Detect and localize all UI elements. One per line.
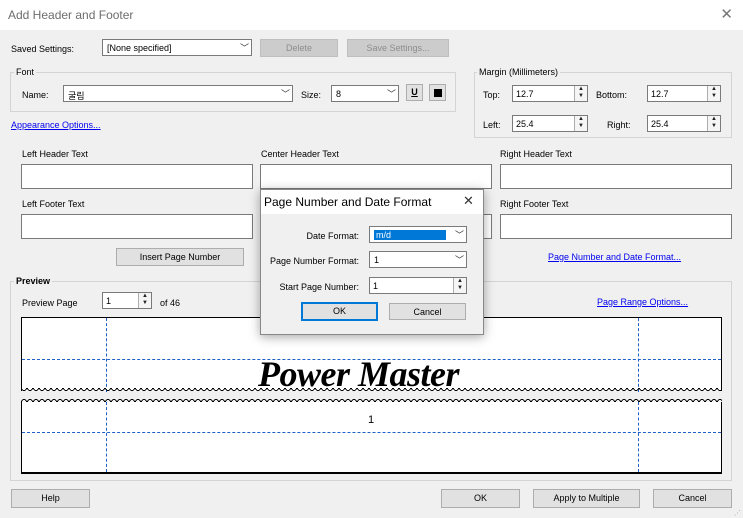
cancel-button[interactable]: Cancel: [653, 489, 732, 508]
margin-left-label: Left:: [483, 120, 501, 130]
margin-right-label: Right:: [607, 120, 631, 130]
appearance-options-link[interactable]: Appearance Options...: [11, 120, 101, 130]
close-icon[interactable]: ✕: [463, 193, 474, 209]
preview-margin-guide: [106, 402, 107, 472]
preview-margin-guide: [22, 432, 721, 433]
left-header-label: Left Header Text: [22, 149, 88, 159]
chevron-down-icon: ﹀: [239, 43, 249, 53]
margin-right-value: 25.4: [651, 119, 669, 129]
chevron-down-icon: ﹀: [386, 89, 396, 99]
date-format-dropdown[interactable]: m/d ﹀: [369, 226, 467, 243]
save-settings-button[interactable]: Save Settings...: [347, 39, 449, 57]
preview-margin-guide: [638, 402, 639, 472]
chevron-down-icon: ﹀: [454, 230, 464, 240]
chevron-down-icon: ﹀: [454, 255, 464, 265]
font-color-button[interactable]: [429, 84, 446, 101]
left-footer-input[interactable]: [21, 214, 253, 239]
margin-top-spinner[interactable]: 12.7 ▲ ▼: [512, 85, 588, 102]
font-size-dropdown[interactable]: 8 ﹀: [331, 85, 399, 102]
preview-page-spinner[interactable]: 1 ▲ ▼: [102, 292, 152, 309]
dialog-cancel-button[interactable]: Cancel: [389, 303, 466, 320]
center-header-label: Center Header Text: [261, 149, 339, 159]
date-format-label: Date Format:: [306, 231, 359, 241]
chevron-down-icon: ﹀: [280, 89, 290, 99]
window-title: Add Header and Footer: [8, 8, 134, 22]
page-number-format-value: 1: [374, 255, 380, 265]
spinner-arrows-icon[interactable]: ▲ ▼: [453, 278, 466, 293]
margin-top-value: 12.7: [516, 89, 534, 99]
help-button[interactable]: Help: [11, 489, 90, 508]
preview-margin-guide: [106, 318, 107, 392]
page-number-format-label: Page Number Format:: [269, 256, 359, 266]
center-header-input[interactable]: [260, 164, 492, 189]
preview-page-label: Preview Page: [22, 298, 78, 308]
font-size-value: 8: [336, 89, 342, 99]
preview-group-label: Preview: [14, 276, 53, 286]
color-swatch-icon: [434, 89, 442, 97]
close-icon[interactable]: ✕: [720, 5, 733, 23]
margin-left-spinner[interactable]: 25.4 ▲ ▼: [512, 115, 588, 132]
date-format-value: m/d: [374, 230, 446, 240]
margin-bottom-label: Bottom:: [596, 90, 628, 100]
preview-page-count: of 46: [160, 298, 181, 308]
font-name-dropdown[interactable]: 굴림 ﹀: [63, 85, 293, 102]
right-header-input[interactable]: [500, 164, 732, 189]
apply-to-multiple-button[interactable]: Apply to Multiple: [533, 489, 640, 508]
saved-settings-label: Saved Settings:: [11, 44, 75, 54]
preview-footer-area: 1: [21, 402, 722, 474]
preview-page-break: [21, 388, 722, 394]
left-header-input[interactable]: [21, 164, 253, 189]
spinner-arrows-icon[interactable]: ▲ ▼: [707, 86, 720, 101]
page-number-date-format-link[interactable]: Page Number and Date Format...: [548, 252, 681, 262]
underline-button[interactable]: U: [406, 84, 423, 101]
font-size-label: Size:: [301, 90, 322, 100]
left-footer-label: Left Footer Text: [22, 199, 85, 209]
resize-grip-icon[interactable]: ⋰: [734, 509, 741, 517]
right-footer-label: Right Footer Text: [500, 199, 569, 209]
start-page-number-value: 1: [373, 281, 379, 291]
preview-footer-text: 1: [368, 414, 375, 426]
margin-right-spinner[interactable]: 25.4 ▲ ▼: [647, 115, 721, 132]
spinner-arrows-icon[interactable]: ▲ ▼: [574, 86, 587, 101]
ok-button[interactable]: OK: [441, 489, 520, 508]
margin-left-value: 25.4: [516, 119, 534, 129]
preview-margin-guide: [638, 318, 639, 392]
margin-bottom-spinner[interactable]: 12.7 ▲ ▼: [647, 85, 721, 102]
font-group-label: Font: [14, 67, 37, 77]
right-header-label: Right Header Text: [500, 149, 572, 159]
margin-group-label: Margin (Millimeters): [477, 67, 561, 77]
page-number-format-dropdown[interactable]: 1 ﹀: [369, 251, 467, 268]
start-page-number-spinner[interactable]: 1 ▲ ▼: [369, 277, 467, 294]
saved-settings-value: [None specified]: [107, 43, 172, 53]
right-footer-input[interactable]: [500, 214, 732, 239]
insert-page-number-button[interactable]: Insert Page Number: [116, 248, 244, 266]
saved-settings-dropdown[interactable]: [None specified] ﹀: [102, 39, 252, 56]
font-name-label: Name:: [22, 90, 49, 100]
page-range-options-link[interactable]: Page Range Options...: [597, 297, 688, 307]
spinner-arrows-icon[interactable]: ▲ ▼: [138, 293, 151, 308]
spinner-arrows-icon[interactable]: ▲ ▼: [707, 116, 720, 131]
page-number-date-format-dialog: Page Number and Date Format ✕ Date Forma…: [260, 189, 484, 335]
preview-page-value: 1: [106, 296, 112, 306]
dialog-ok-button[interactable]: OK: [301, 302, 378, 321]
font-name-value: 굴림: [68, 91, 85, 101]
margin-top-label: Top:: [483, 90, 501, 100]
delete-button[interactable]: Delete: [260, 39, 338, 57]
spinner-arrows-icon[interactable]: ▲ ▼: [574, 116, 587, 131]
start-page-number-label: Start Page Number:: [279, 282, 359, 292]
dialog-title: Page Number and Date Format: [264, 195, 432, 209]
margin-bottom-value: 12.7: [651, 89, 669, 99]
